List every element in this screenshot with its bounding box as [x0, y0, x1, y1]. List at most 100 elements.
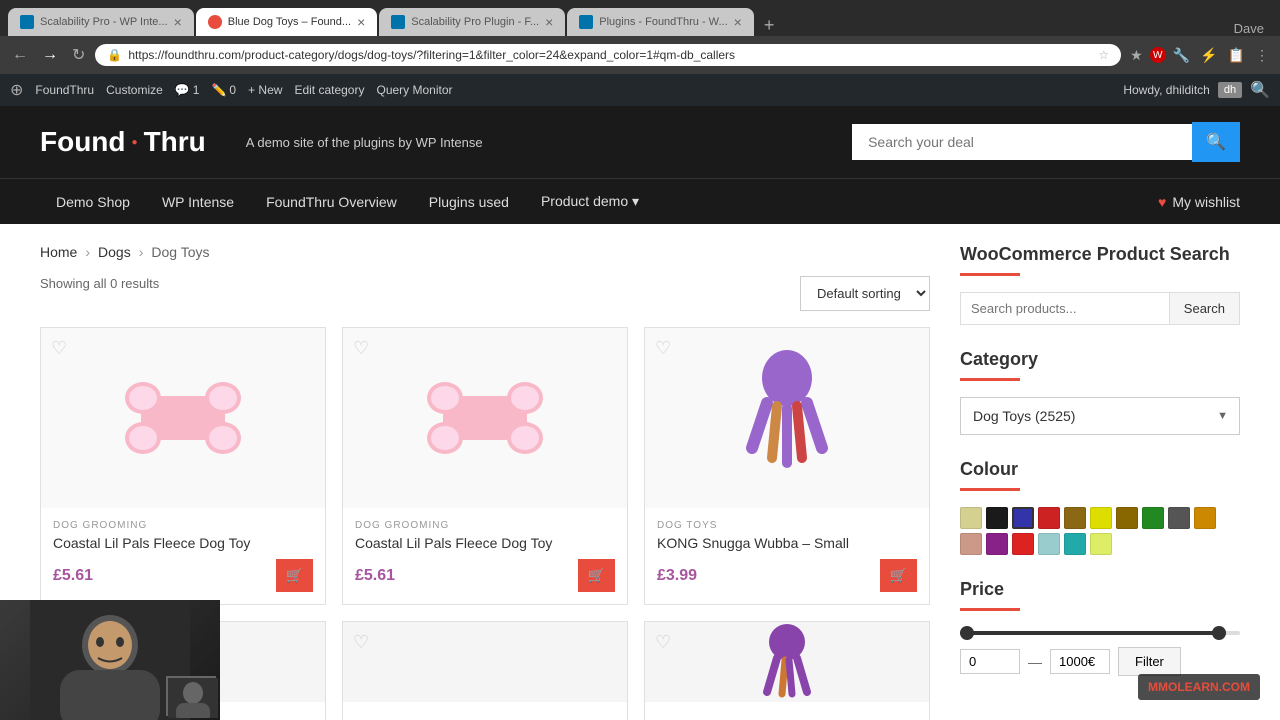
- wishlist-btn-6[interactable]: ♡: [655, 632, 671, 653]
- brand-accent: LEARN: [1177, 680, 1218, 694]
- colour-swatch-yellow-green[interactable]: [960, 507, 982, 529]
- admin-item-pending[interactable]: ✏️ 0: [211, 83, 236, 97]
- price-handle-min[interactable]: [960, 626, 974, 640]
- ext-icon-1[interactable]: W: [1150, 47, 1166, 63]
- more-icon[interactable]: ⋮: [1252, 45, 1272, 66]
- tab-close-2[interactable]: ×: [357, 14, 365, 30]
- wishlist-nav[interactable]: ♥ My wishlist: [1158, 194, 1240, 210]
- widget-category: Category Dog Toys (2525) Dogs Cat Toys: [960, 349, 1240, 435]
- product-info-3: DOG TOYS KONG Snugga Wubba – Small £3.99…: [645, 508, 929, 604]
- nav-wp-intense[interactable]: WP Intense: [146, 180, 250, 224]
- tab-4[interactable]: Plugins - FoundThru - W... ×: [567, 8, 754, 36]
- product-img-svg-2: [425, 378, 545, 458]
- admin-item-customize[interactable]: Customize: [106, 83, 163, 97]
- admin-item-comments[interactable]: 💬 1: [175, 83, 200, 97]
- colour-swatch-brown[interactable]: [1064, 507, 1086, 529]
- ext-icon-4[interactable]: 📋: [1225, 45, 1248, 66]
- add-to-cart-btn-1[interactable]: 🛒: [276, 559, 313, 592]
- ext-icon-3[interactable]: ⚡: [1197, 45, 1220, 66]
- tab-favicon-4: [579, 15, 593, 29]
- add-to-cart-btn-3[interactable]: 🛒: [880, 559, 917, 592]
- product-card-3: ♡ DOG TOYS KONG Snugga Wu: [644, 327, 930, 605]
- admin-item-query-monitor[interactable]: Query Monitor: [376, 83, 452, 97]
- widget-search-underline: [960, 273, 1020, 276]
- tab-close-4[interactable]: ×: [734, 14, 742, 30]
- breadcrumb-dogs[interactable]: Dogs: [98, 244, 131, 260]
- tab-1[interactable]: Scalability Pro - WP Inte... ×: [8, 8, 194, 36]
- product-price-1: £5.61: [53, 567, 93, 585]
- admin-item-foundthru[interactable]: FoundThru: [35, 83, 94, 97]
- colour-swatch-dark-yellow[interactable]: [1116, 507, 1138, 529]
- category-select[interactable]: Dog Toys (2525) Dogs Cat Toys: [960, 397, 1240, 435]
- webcam-thumb-svg: [168, 678, 218, 718]
- bookmark-icon[interactable]: ★: [1127, 45, 1146, 66]
- add-to-cart-btn-2[interactable]: 🛒: [578, 559, 615, 592]
- colour-swatch-orange[interactable]: [1194, 507, 1216, 529]
- sort-select[interactable]: Default sorting: [800, 276, 930, 311]
- nav-plugins-used[interactable]: Plugins used: [413, 180, 525, 224]
- nav-demo-shop[interactable]: Demo Shop: [40, 180, 146, 224]
- breadcrumb-sep-1: ›: [85, 244, 90, 260]
- wishlist-btn-2[interactable]: ♡: [353, 338, 369, 359]
- wp-admin-bar: ⊕ FoundThru Customize 💬 1 ✏️ 0 + New Edi…: [0, 74, 1280, 106]
- filter-button[interactable]: Filter: [1118, 647, 1181, 676]
- new-tab-button[interactable]: +: [756, 15, 783, 36]
- colour-swatch-light-brown[interactable]: [960, 533, 982, 555]
- wishlist-btn-3[interactable]: ♡: [655, 338, 671, 359]
- nav-product-demo[interactable]: Product demo ▾: [525, 179, 655, 224]
- category-select-wrap: Dog Toys (2525) Dogs Cat Toys: [960, 397, 1240, 435]
- colour-swatch-blue[interactable]: [1012, 507, 1034, 529]
- colour-swatch-teal[interactable]: [1064, 533, 1086, 555]
- colour-swatch-red[interactable]: [1012, 533, 1034, 555]
- product-card-2: ♡ DOG: [342, 327, 628, 605]
- price-handle-max[interactable]: [1212, 626, 1226, 640]
- product-search-button[interactable]: Search: [1170, 292, 1240, 325]
- admin-item-new[interactable]: + New: [248, 83, 282, 97]
- wishlist-btn-1[interactable]: ♡: [51, 338, 67, 359]
- colour-swatch-dark-gray[interactable]: [1168, 507, 1190, 529]
- tab-close-1[interactable]: ×: [174, 14, 182, 30]
- tab-favicon-1: [20, 15, 34, 29]
- nav-foundthru-overview[interactable]: FoundThru Overview: [250, 180, 413, 224]
- price-min-input[interactable]: [960, 649, 1020, 674]
- product-thumb-svg-6: [757, 622, 817, 702]
- product-image-6: ♡: [645, 622, 929, 702]
- wp-search-icon[interactable]: 🔍: [1250, 80, 1270, 100]
- lock-icon: 🔒: [107, 48, 122, 62]
- star-icon[interactable]: ☆: [1098, 48, 1109, 62]
- widget-search-title: WooCommerce Product Search: [960, 244, 1240, 265]
- product-price-2: £5.61: [355, 567, 395, 585]
- colour-swatch-yellow[interactable]: [1090, 507, 1112, 529]
- admin-item-edit-category[interactable]: Edit category: [294, 83, 364, 97]
- logo-thru: Thru: [144, 126, 206, 158]
- colour-swatch-black[interactable]: [986, 507, 1008, 529]
- product-name-1: Coastal Lil Pals Fleece Dog Toy: [53, 535, 313, 551]
- reload-button[interactable]: ↻: [68, 43, 89, 67]
- forward-button[interactable]: →: [38, 44, 62, 66]
- product-search-input[interactable]: [960, 292, 1170, 325]
- product-name-2: Coastal Lil Pals Fleece Dog Toy: [355, 535, 615, 551]
- product-img-svg-1: [123, 378, 243, 458]
- colour-swatch-purple[interactable]: [986, 533, 1008, 555]
- wishlist-btn-5[interactable]: ♡: [353, 632, 369, 653]
- price-max-input[interactable]: [1050, 649, 1110, 674]
- tab-2[interactable]: Blue Dog Toys – Found... ×: [196, 8, 378, 36]
- logo-found: Found: [40, 126, 126, 158]
- product-image-3: ♡: [645, 328, 929, 508]
- header-search-input[interactable]: [852, 124, 1192, 160]
- sort-bar: Showing all 0 results Default sorting: [40, 276, 930, 311]
- breadcrumb-home[interactable]: Home: [40, 244, 77, 260]
- ext-icon-2[interactable]: 🔧: [1170, 45, 1193, 66]
- colour-swatch-green[interactable]: [1142, 507, 1164, 529]
- tab-3[interactable]: Scalability Pro Plugin - F... ×: [379, 8, 565, 36]
- breadcrumb-current: Dog Toys: [151, 244, 209, 260]
- webcam-thumbnail: [166, 676, 216, 716]
- tab-close-3[interactable]: ×: [545, 14, 553, 30]
- colour-swatch-dark-red[interactable]: [1038, 507, 1060, 529]
- header-search-button[interactable]: 🔍: [1192, 122, 1240, 162]
- widget-category-title: Category: [960, 349, 1240, 370]
- back-button[interactable]: ←: [8, 44, 32, 66]
- colour-swatch-light-yellow[interactable]: [1090, 533, 1112, 555]
- colour-swatch-light-blue[interactable]: [1038, 533, 1060, 555]
- address-bar[interactable]: 🔒 https://foundthru.com/product-category…: [95, 44, 1121, 66]
